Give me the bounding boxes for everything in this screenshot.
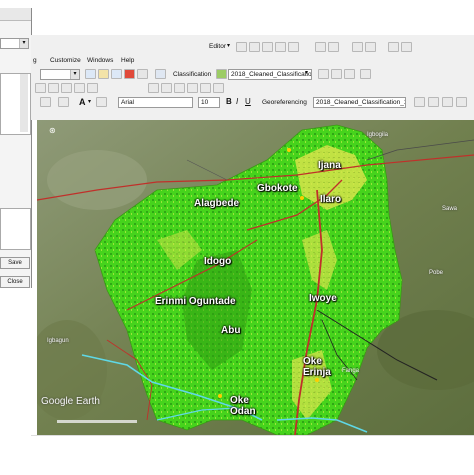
compass-icon: ⊛ (49, 126, 56, 135)
measure-icon[interactable] (200, 83, 211, 93)
identify-icon[interactable] (187, 83, 198, 93)
view-link-table-icon[interactable] (442, 97, 453, 107)
table-icon[interactable] (388, 42, 399, 52)
arc-tool-icon[interactable] (288, 42, 299, 52)
signature-icon[interactable] (360, 69, 371, 79)
chevron-down-icon: ▾ (19, 39, 28, 48)
new-text-icon[interactable] (40, 97, 51, 107)
font-color-icon[interactable]: A (79, 97, 86, 107)
forward-extent-icon[interactable] (161, 83, 172, 93)
rotate-icon[interactable] (414, 97, 425, 107)
map-label-abu: Abu (221, 325, 241, 336)
chevron-down-icon: ▾ (70, 70, 79, 79)
rotate-tool-icon[interactable] (328, 42, 339, 52)
font-name-combo[interactable]: Arial (118, 97, 193, 108)
menu-help[interactable]: Help (121, 57, 134, 64)
menu-windows[interactable]: Windows (87, 57, 113, 64)
text-tool-icon[interactable] (74, 83, 85, 93)
edit-tool-icon[interactable] (236, 42, 247, 52)
map-label-erinmi-oguntade: Erinmi Oguntade (155, 296, 236, 307)
bold-icon[interactable]: B (226, 97, 232, 106)
map-imagery (37, 120, 474, 435)
vertex-icon[interactable] (262, 42, 273, 52)
rectangle-icon[interactable] (61, 83, 72, 93)
chevron-down-icon: ▾ (227, 43, 231, 49)
hyperlink-icon[interactable] (213, 83, 224, 93)
left-dock-panel: ▾ Save Close (0, 8, 32, 288)
classification-label: Classification (173, 71, 212, 78)
line-tool-icon[interactable] (275, 42, 286, 52)
google-earth-watermark: Google Earth (41, 396, 100, 407)
layer-icon[interactable] (216, 69, 227, 79)
georef-layer-combo[interactable]: 2018_Cleaned_Classification_11 (313, 97, 406, 108)
straight-segment-icon[interactable] (249, 42, 260, 52)
map-label-gbokote: Gbokote (257, 183, 298, 194)
chevron-down-icon: ▾ (88, 99, 92, 105)
map-label-iwoye: Iwoye (309, 293, 337, 304)
catalog-icon[interactable] (98, 69, 109, 79)
drawing-toolbar-icon[interactable] (48, 83, 59, 93)
map-label-ilaro: Ilaro (320, 194, 342, 205)
fill-icon[interactable] (96, 97, 107, 107)
scatterplot-icon[interactable] (344, 69, 355, 79)
dock-combo[interactable]: ▾ (0, 38, 29, 49)
menu-customize[interactable]: Customize (50, 57, 81, 64)
bg-text-igbogila: Igbogila (367, 132, 389, 138)
georef-menu-icon[interactable] (456, 97, 467, 107)
dock-title-strip (0, 8, 31, 21)
classification-layer-combo[interactable]: 2018_Cleaned_Classificatio (228, 69, 312, 80)
back-extent-icon[interactable] (148, 83, 159, 93)
underline-icon[interactable]: U (245, 97, 251, 106)
split-tool-icon[interactable] (315, 42, 326, 52)
search-window-icon[interactable] (111, 69, 122, 79)
draw-pointer-icon[interactable] (35, 83, 46, 93)
chevron-down-icon: ▾ (305, 70, 309, 76)
python-icon[interactable] (137, 69, 148, 79)
add-control-points-icon[interactable] (428, 97, 439, 107)
map-label-ijana: Ijana (318, 160, 341, 171)
close-button[interactable]: Close (0, 276, 30, 288)
table-of-contents-icon[interactable] (85, 69, 96, 79)
scale-bar (57, 420, 137, 423)
model-builder-icon[interactable] (155, 69, 166, 79)
georeferencing-label: Georeferencing (262, 99, 307, 106)
histogram-icon[interactable] (331, 69, 342, 79)
status-bar (31, 435, 474, 475)
bg-text-sawa: Sawa (442, 206, 458, 212)
dock-list-2[interactable] (0, 208, 31, 250)
fill-color-icon[interactable] (87, 83, 98, 93)
window-top-bar (0, 0, 474, 35)
editor-menu[interactable]: Editor (209, 43, 226, 50)
font-size-combo[interactable]: 10 (198, 97, 220, 108)
italic-icon[interactable]: I (236, 97, 238, 106)
select-features-icon[interactable] (174, 83, 185, 93)
create-features-icon[interactable] (401, 42, 412, 52)
save-button[interactable]: Save (0, 257, 30, 269)
bg-text-pobe: Pobe (429, 270, 444, 276)
arctoolbox-icon[interactable] (124, 69, 135, 79)
training-sample-icon[interactable] (318, 69, 329, 79)
map-canvas[interactable]: ⊛ Igbogila Sawa Pobe Fanga Igbagun Ijana… (37, 120, 474, 435)
map-label-oke-erinja: Oke Erinja (303, 356, 331, 378)
scale-combo[interactable]: ▾ (40, 69, 80, 80)
attributes-icon[interactable] (352, 42, 363, 52)
map-label-oke-odan: Oke Odan (230, 395, 256, 417)
map-label-idogo: Idogo (204, 256, 232, 267)
draw-rectangle-icon[interactable] (58, 97, 69, 107)
sketch-properties-icon[interactable] (365, 42, 376, 52)
bg-text-igbagun: Igbagun (47, 338, 69, 344)
dock-scrollbar[interactable] (20, 74, 28, 132)
map-label-alagbede: Alagbede (194, 198, 240, 209)
menu-geoprocessing-truncated[interactable]: g (33, 57, 37, 64)
bg-text-fanga: Fanga (342, 368, 360, 374)
